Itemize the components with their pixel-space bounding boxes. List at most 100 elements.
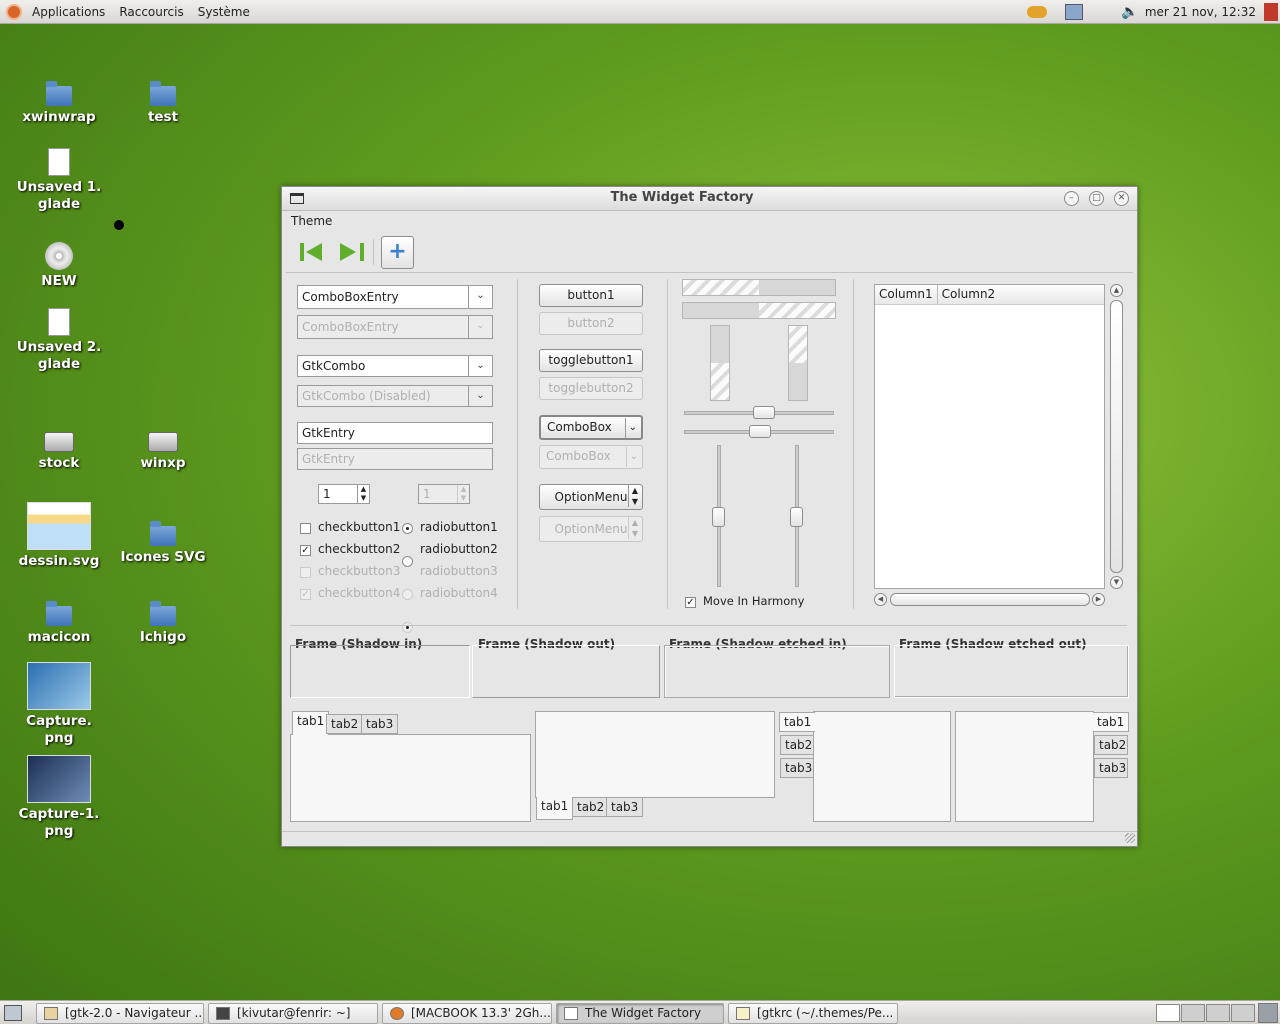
desktop-icon-xwinwrap[interactable]: xwinwrap xyxy=(9,81,109,126)
vscale-1[interactable] xyxy=(712,445,725,587)
close-button[interactable]: ✕ xyxy=(1114,191,1129,206)
menu-theme[interactable]: Theme xyxy=(291,214,332,228)
tree-view[interactable]: Column1 Column2 xyxy=(874,284,1105,589)
minimize-button[interactable]: – xyxy=(1064,191,1079,206)
spin-arrows-icon[interactable]: ▲ ▼ xyxy=(357,485,369,503)
scroll-up-icon[interactable]: ▲ xyxy=(1110,284,1123,297)
column2-header[interactable]: Column2 xyxy=(938,285,1000,304)
button1[interactable]: button1 xyxy=(539,284,643,307)
notebook-top-tab1[interactable]: tab1 xyxy=(292,711,330,735)
notebook-bottom-tab1[interactable]: tab1 xyxy=(536,797,574,820)
task-widget-factory[interactable]: The Widget Factory xyxy=(556,1003,724,1024)
checkbutton1-label[interactable]: checkbutton1 xyxy=(318,520,400,534)
go-last-icon[interactable] xyxy=(340,243,356,261)
logout-icon[interactable] xyxy=(1264,2,1278,21)
radiobutton2-dot[interactable] xyxy=(402,556,413,567)
slider-handle[interactable] xyxy=(753,406,775,419)
maximize-button[interactable]: □ xyxy=(1089,191,1104,206)
radiobutton1-label[interactable]: radiobutton1 xyxy=(420,520,498,534)
desktop-icon-dessin[interactable]: dessin.svg xyxy=(9,502,109,570)
notebook-right-tab2[interactable]: tab2 xyxy=(1094,735,1128,755)
scroll-right-icon[interactable]: ▶ xyxy=(1092,593,1105,606)
text-editor-icon xyxy=(736,1007,750,1020)
notebook-left-tab2[interactable]: tab2 xyxy=(780,735,814,755)
desktop-icon-test[interactable]: test xyxy=(113,81,213,126)
desktop-icon-new[interactable]: NEW xyxy=(9,242,109,290)
vscale-2[interactable] xyxy=(790,445,803,587)
clock[interactable]: mer 21 nov, 12:32 xyxy=(1145,5,1256,19)
folder-icon xyxy=(150,81,176,106)
task-firefox[interactable]: [MACBOOK 13.3' 2Gh... xyxy=(382,1003,552,1024)
hscale-2[interactable] xyxy=(684,425,834,438)
gtk-entry[interactable]: GtkEntry xyxy=(297,422,493,444)
network-icon[interactable] xyxy=(1065,3,1084,20)
workspace-1[interactable] xyxy=(1156,1004,1180,1022)
hscale-1[interactable] xyxy=(684,406,834,419)
notebook-left-tab1[interactable]: tab1 xyxy=(779,712,815,732)
keyring-icon[interactable] xyxy=(1027,5,1048,18)
notebook-top-tab3[interactable]: tab3 xyxy=(361,714,399,734)
togglebutton1[interactable]: togglebutton1 xyxy=(539,349,643,372)
slider-handle[interactable] xyxy=(790,507,803,527)
trash-icon[interactable] xyxy=(1258,1003,1278,1023)
harmony-checkbox[interactable]: ✓ xyxy=(685,597,696,608)
notebook-bottom-tab3[interactable]: tab3 xyxy=(606,797,644,817)
task-gtk-navigateur[interactable]: [gtk-2.0 - Navigateur ... xyxy=(36,1003,204,1024)
radiobutton2-label[interactable]: radiobutton2 xyxy=(420,542,498,556)
combobox[interactable]: ComboBox ⌄ xyxy=(539,415,643,440)
checkbutton2-box[interactable]: ✓ xyxy=(300,545,311,556)
desktop-icon-capture1[interactable]: Capture-1. png xyxy=(9,755,109,840)
show-desktop-icon[interactable] xyxy=(4,1005,22,1021)
combobox-disabled: ComboBox ⌄ xyxy=(539,445,643,469)
menu-systeme[interactable]: Système xyxy=(191,5,257,19)
notebook-top-tab2[interactable]: tab2 xyxy=(326,714,364,734)
checkbutton2-label[interactable]: checkbutton2 xyxy=(318,542,400,556)
terminal-icon xyxy=(216,1007,230,1020)
scrollbar-thumb[interactable] xyxy=(1110,300,1123,573)
gnome-foot-icon[interactable] xyxy=(6,3,22,20)
combobox-entry[interactable]: ComboBoxEntry ⌄ xyxy=(297,285,493,309)
desktop-icon-macicon[interactable]: macicon xyxy=(9,601,109,646)
desktop-icon-stock[interactable]: stock xyxy=(9,428,109,472)
workspace-3[interactable] xyxy=(1206,1004,1230,1022)
cdrom-icon xyxy=(45,242,73,270)
tree-hscrollbar[interactable]: ◀ ▶ xyxy=(874,593,1105,606)
button2-disabled: button2 xyxy=(539,312,643,335)
task-terminal[interactable]: [kivutar@fenrir: ~] xyxy=(208,1003,378,1024)
volume-icon[interactable]: 🔈 xyxy=(1121,4,1138,20)
scroll-left-icon[interactable]: ◀ xyxy=(874,593,887,606)
desktop-icon-winxp[interactable]: winxp xyxy=(113,428,213,472)
desktop-icon-unsaved1[interactable]: Unsaved 1. glade xyxy=(9,148,109,213)
gtkcombo[interactable]: GtkCombo ⌄ xyxy=(297,355,493,377)
workspace-2[interactable] xyxy=(1181,1004,1205,1022)
column1-header[interactable]: Column1 xyxy=(875,285,938,304)
desktop-icon-capture[interactable]: Capture. png xyxy=(9,662,109,747)
add-button[interactable]: + xyxy=(381,236,414,269)
scrollbar-thumb[interactable] xyxy=(890,593,1090,606)
chevron-down-icon[interactable]: ⌄ xyxy=(468,286,492,308)
menu-applications[interactable]: Applications xyxy=(25,5,112,19)
desktop-icon-unsaved2[interactable]: Unsaved 2. glade xyxy=(9,308,109,373)
option-menu[interactable]: OptionMenu ▲ ▼ xyxy=(539,484,643,510)
workspace-4[interactable] xyxy=(1231,1004,1255,1022)
scroll-down-icon[interactable]: ▼ xyxy=(1110,576,1123,589)
desktop-icon-ichigo[interactable]: Ichigo xyxy=(113,601,213,646)
spin-button[interactable]: 1 ▲ ▼ xyxy=(318,484,370,504)
notebook-left-tab3[interactable]: tab3 xyxy=(780,758,814,778)
chevron-down-icon[interactable]: ⌄ xyxy=(468,356,492,376)
slider-handle[interactable] xyxy=(712,507,725,527)
title-bar[interactable]: The Widget Factory – □ ✕ xyxy=(282,187,1137,211)
notebook-right-tab3[interactable]: tab3 xyxy=(1094,758,1128,778)
desktop-icon-icones-svg[interactable]: Icones SVG xyxy=(113,521,213,566)
radiobutton1-dot[interactable] xyxy=(402,523,413,534)
checkbutton1-box[interactable] xyxy=(300,523,311,534)
notebook-bottom-tab2[interactable]: tab2 xyxy=(572,797,610,817)
task-gtkrc[interactable]: [gtkrc (~/.themes/Pe... xyxy=(728,1003,898,1024)
resize-grip[interactable] xyxy=(1125,833,1135,843)
tree-vscrollbar[interactable]: ▲ ▼ xyxy=(1110,284,1123,589)
slider-handle[interactable] xyxy=(749,425,771,438)
harmony-label[interactable]: Move In Harmony xyxy=(703,594,804,608)
menu-raccourcis[interactable]: Raccourcis xyxy=(112,5,190,19)
notebook-right-tab1[interactable]: tab1 xyxy=(1093,712,1129,732)
go-first-icon[interactable] xyxy=(306,243,322,261)
